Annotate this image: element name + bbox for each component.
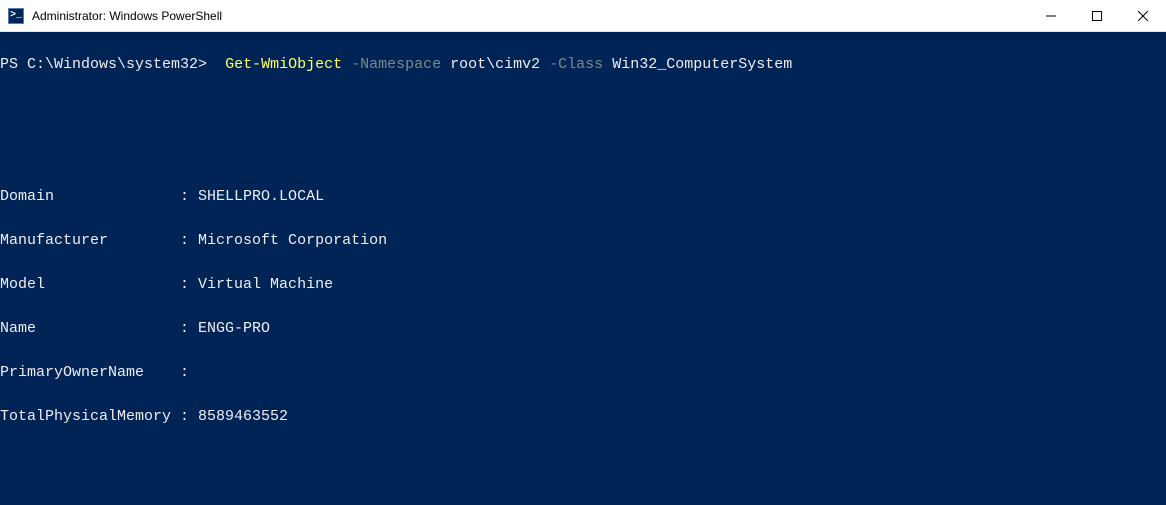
output-row: Domain : SHELLPRO.LOCAL <box>0 186 1166 208</box>
output-row: TotalPhysicalMemory : 8589463552 <box>0 406 1166 428</box>
window-controls <box>1028 0 1166 31</box>
prompt: PS C:\Windows\system32> <box>0 56 207 73</box>
powershell-icon-glyph: >_ <box>10 11 22 21</box>
output-key: PrimaryOwnerName <box>0 364 180 381</box>
arg-class: Win32_ComputerSystem <box>612 56 792 73</box>
command-line-1: PS C:\Windows\system32> Get-WmiObject -N… <box>0 54 1166 76</box>
output-key: TotalPhysicalMemory <box>0 408 180 425</box>
output-value: Virtual Machine <box>198 276 333 293</box>
arg-namespace: root\cimv2 <box>450 56 540 73</box>
output-row: Manufacturer : Microsoft Corporation <box>0 230 1166 252</box>
output-value: 8589463552 <box>198 408 288 425</box>
close-button[interactable] <box>1120 0 1166 32</box>
cmdlet: Get-WmiObject <box>225 56 342 73</box>
terminal-area[interactable]: PS C:\Windows\system32> Get-WmiObject -N… <box>0 32 1166 505</box>
param-namespace: -Namespace <box>351 56 441 73</box>
window-title: Administrator: Windows PowerShell <box>32 9 1028 23</box>
output-key: Manufacturer <box>0 232 180 249</box>
minimize-button[interactable] <box>1028 0 1074 32</box>
output-row: Name : ENGG-PRO <box>0 318 1166 340</box>
output-key: Domain <box>0 188 180 205</box>
output-value: Microsoft Corporation <box>198 232 387 249</box>
output-row: Model : Virtual Machine <box>0 274 1166 296</box>
output-key: Model <box>0 276 180 293</box>
powershell-icon: >_ <box>8 8 24 24</box>
param-class: -Class <box>549 56 603 73</box>
titlebar: >_ Administrator: Windows PowerShell <box>0 0 1166 32</box>
output-key: Name <box>0 320 180 337</box>
output-value: ENGG-PRO <box>198 320 270 337</box>
output-row: PrimaryOwnerName : <box>0 362 1166 384</box>
output-value: SHELLPRO.LOCAL <box>198 188 324 205</box>
maximize-button[interactable] <box>1074 0 1120 32</box>
